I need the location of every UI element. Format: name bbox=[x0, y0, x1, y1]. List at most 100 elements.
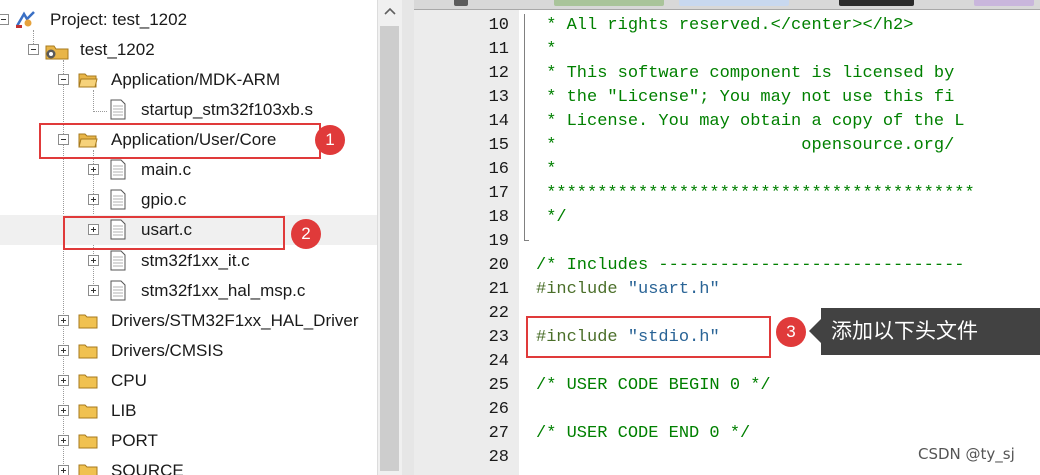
annotation-badge-1: 1 bbox=[315, 125, 345, 155]
tree-folder-source[interactable]: SOURCE bbox=[0, 456, 377, 475]
tree-item-label: main.c bbox=[141, 160, 192, 179]
expand-icon[interactable] bbox=[58, 315, 69, 326]
line-number: 10 bbox=[488, 16, 509, 35]
line-number: 15 bbox=[488, 136, 509, 155]
tree-item-label: startup_stm32f103xb.s bbox=[141, 100, 313, 119]
tree-target[interactable]: test_1202 bbox=[0, 35, 377, 65]
panel-divider[interactable] bbox=[402, 0, 414, 475]
code-line[interactable]: * bbox=[536, 158, 556, 182]
line-number: 16 bbox=[488, 160, 509, 179]
expand-icon[interactable] bbox=[58, 405, 69, 416]
line-number: 27 bbox=[488, 424, 509, 443]
code-line[interactable]: * the "License"; You may not use this fi bbox=[536, 86, 954, 110]
tree-scrollbar[interactable] bbox=[377, 0, 402, 475]
collapse-icon[interactable] bbox=[0, 14, 9, 25]
collapse-icon[interactable] bbox=[28, 44, 39, 55]
line-number: 21 bbox=[488, 280, 509, 299]
annotation-box-3 bbox=[526, 316, 771, 358]
folder-icon bbox=[78, 314, 98, 329]
code-line[interactable]: /* USER CODE END 0 */ bbox=[536, 422, 750, 446]
line-number: 18 bbox=[488, 208, 509, 227]
expand-icon[interactable] bbox=[88, 194, 99, 205]
line-number: 19 bbox=[488, 232, 509, 251]
line-number: 14 bbox=[488, 112, 509, 131]
scroll-thumb[interactable] bbox=[380, 26, 399, 471]
tree-folder-cmsis[interactable]: Drivers/CMSIS bbox=[0, 336, 377, 366]
file-icon bbox=[110, 159, 126, 180]
folder-icon bbox=[78, 374, 98, 389]
line-number: 22 bbox=[488, 304, 509, 323]
annotation-tooltip: 添加以下头文件 bbox=[821, 308, 1040, 355]
tree-file-hal-msp[interactable]: stm32f1xx_hal_msp.c bbox=[0, 276, 377, 306]
tree-item-label: gpio.c bbox=[141, 190, 187, 209]
file-icon bbox=[110, 250, 126, 271]
code-editor[interactable]: 10 11 12 13 14 15 16 17 18 19 20 21 22 2… bbox=[414, 0, 1040, 475]
annotation-box-1 bbox=[39, 123, 321, 159]
expand-icon[interactable] bbox=[58, 435, 69, 446]
line-number: 13 bbox=[488, 88, 509, 107]
line-number: 24 bbox=[488, 352, 509, 371]
tree-file-it[interactable]: stm32f1xx_it.c bbox=[0, 246, 377, 276]
code-line[interactable]: ****************************************… bbox=[536, 182, 974, 206]
folder-icon bbox=[78, 344, 98, 359]
tree-folder-hal-driver[interactable]: Drivers/STM32F1xx_HAL_Driver bbox=[0, 306, 377, 336]
folder-icon bbox=[78, 464, 98, 475]
editor-tab-strip[interactable] bbox=[414, 0, 1040, 10]
annotation-badge-2: 2 bbox=[291, 219, 321, 249]
tree-target-label: test_1202 bbox=[80, 40, 155, 59]
expand-icon[interactable] bbox=[58, 465, 69, 475]
scroll-up-button[interactable] bbox=[378, 0, 402, 24]
code-line[interactable]: /* USER CODE BEGIN 0 */ bbox=[536, 374, 771, 398]
tree-item-label: stm32f1xx_hal_msp.c bbox=[141, 281, 306, 300]
watermark: CSDN @ty_sj bbox=[918, 445, 1015, 463]
tree-folder-port[interactable]: PORT bbox=[0, 426, 377, 456]
tab[interactable] bbox=[974, 0, 1034, 6]
folder-open-icon bbox=[78, 73, 98, 88]
tree-file-main[interactable]: main.c bbox=[0, 155, 377, 185]
tree-item-label: CPU bbox=[111, 371, 147, 390]
code-line[interactable]: * All rights reserved.</center></h2> bbox=[536, 14, 913, 38]
code-line[interactable]: #include "usart.h" bbox=[536, 278, 720, 302]
expand-icon[interactable] bbox=[88, 164, 99, 175]
file-icon bbox=[110, 99, 126, 120]
tree-file-gpio[interactable]: gpio.c bbox=[0, 185, 377, 215]
tree-item-label: PORT bbox=[111, 431, 158, 450]
line-number: 23 bbox=[488, 328, 509, 347]
tree-root-project[interactable]: Project: test_1202 bbox=[0, 5, 377, 35]
code-line[interactable]: /* Includes ----------------------------… bbox=[536, 254, 964, 278]
tree-folder-lib[interactable]: LIB bbox=[0, 396, 377, 426]
tree-item-label: Drivers/CMSIS bbox=[111, 341, 224, 360]
tree-file-startup[interactable]: startup_stm32f103xb.s bbox=[0, 95, 377, 125]
chevron-up-icon bbox=[384, 7, 396, 15]
expand-icon[interactable] bbox=[58, 375, 69, 386]
code-line[interactable]: */ bbox=[536, 206, 566, 230]
tab-active[interactable] bbox=[839, 0, 914, 6]
line-number: 20 bbox=[488, 256, 509, 275]
tree-item-label: SOURCE bbox=[111, 461, 184, 475]
tree-root-label: Project: test_1202 bbox=[50, 10, 188, 29]
line-number: 26 bbox=[488, 400, 509, 419]
target-folder-icon bbox=[45, 45, 69, 60]
tab-file-icon[interactable] bbox=[454, 0, 468, 6]
expand-icon[interactable] bbox=[88, 255, 99, 266]
tooltip-arrow bbox=[809, 319, 821, 343]
code-line[interactable]: * bbox=[536, 38, 556, 62]
code-line[interactable]: * License. You may obtain a copy of the … bbox=[536, 110, 964, 134]
annotation-badge-3: 3 bbox=[776, 317, 806, 347]
tree-item-label: stm32f1xx_it.c bbox=[141, 251, 250, 270]
expand-icon[interactable] bbox=[88, 285, 99, 296]
code-line[interactable]: * opensource.org/ bbox=[536, 134, 954, 158]
project-icon bbox=[15, 11, 35, 28]
tab[interactable] bbox=[554, 0, 664, 6]
tree-item-label: Drivers/STM32F1xx_HAL_Driver bbox=[111, 311, 359, 330]
code-line[interactable]: * This software component is licensed by bbox=[536, 62, 954, 86]
expand-icon[interactable] bbox=[58, 345, 69, 356]
tree-folder-cpu[interactable]: CPU bbox=[0, 366, 377, 396]
line-number: 28 bbox=[488, 448, 509, 467]
line-number: 25 bbox=[488, 376, 509, 395]
collapse-icon[interactable] bbox=[58, 74, 69, 85]
fold-bracket bbox=[524, 14, 529, 241]
tab[interactable] bbox=[679, 0, 789, 6]
tree-folder-mdk-arm[interactable]: Application/MDK-ARM bbox=[0, 65, 377, 95]
folder-icon bbox=[78, 404, 98, 419]
